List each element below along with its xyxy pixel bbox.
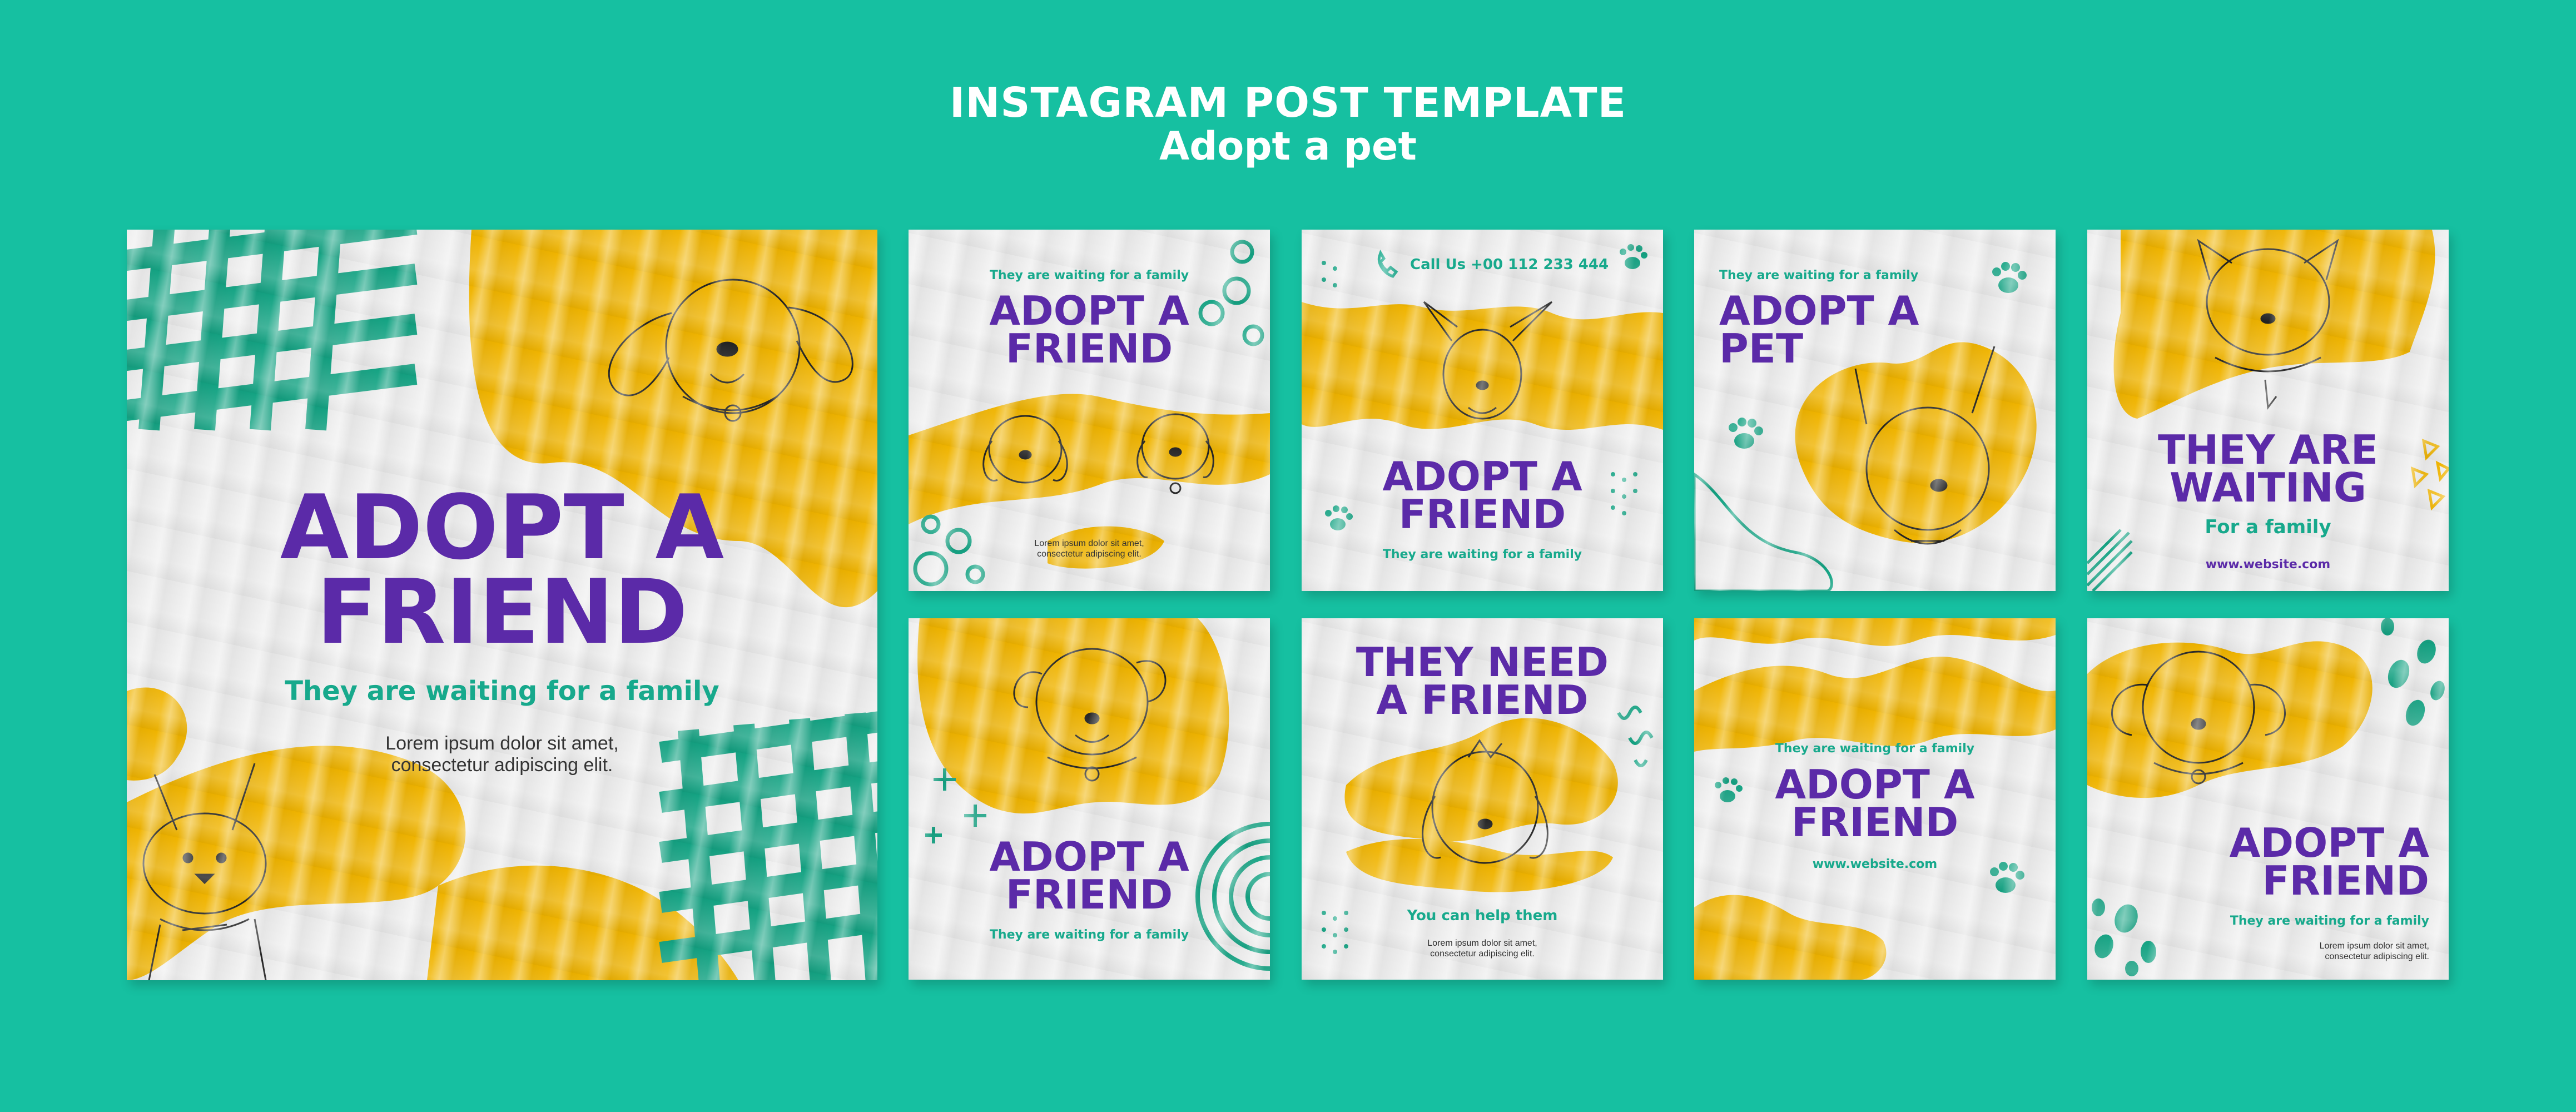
- page-title: INSTAGRAM POST TEMPLATE: [949, 79, 1627, 127]
- headline-line-1: THEY ARE: [2157, 426, 2379, 473]
- post-1: They are waiting for a family ADOPT A FR…: [909, 230, 1270, 591]
- page-subtitle: Adopt a pet: [1159, 123, 1417, 169]
- post-6: THEY NEED A FRIEND You can help them Lor…: [1302, 618, 1663, 980]
- body-line-2: consectetur adipiscing elit.: [1037, 549, 1141, 559]
- body-line-2: consectetur adipiscing elit.: [1430, 949, 1535, 959]
- tagline: They are waiting for a family: [2230, 914, 2429, 928]
- body-line-1: Lorem ipsum dolor sit amet,: [2319, 941, 2429, 951]
- headline-line-1: ADOPT A: [989, 287, 1189, 334]
- headline-line-1: THEY NEED: [1356, 639, 1609, 686]
- tagline: They are waiting for a family: [1775, 742, 1975, 756]
- headline-line-1: ADOPT A: [280, 475, 724, 579]
- grid-pattern-icon: [127, 230, 418, 431]
- post-4: THEY ARE WAITING For a family www.websit…: [2087, 230, 2449, 591]
- headline-line-1: ADOPT A: [989, 833, 1189, 880]
- headline-line-1: ADOPT A: [1382, 453, 1582, 500]
- post-5: ADOPT A FRIEND They are waiting for a fa…: [909, 618, 1270, 980]
- headline-line-2: FRIEND: [1005, 871, 1173, 919]
- headline-line-2: FRIEND: [1398, 491, 1566, 538]
- headline-line-2: FRIEND: [2262, 857, 2429, 905]
- headline-line-2: WAITING: [2170, 464, 2366, 512]
- headline-line-2: PET: [1719, 325, 1804, 373]
- post-large: ADOPT A FRIEND They are waiting for a fa…: [127, 230, 877, 980]
- headline-line-2: FRIEND: [316, 560, 688, 664]
- tagline: They are waiting for a family: [989, 269, 1189, 282]
- website-link[interactable]: www.website.com: [1694, 857, 2056, 871]
- tagline: For a family: [2205, 516, 2331, 538]
- body-line-1: Lorem ipsum dolor sit amet,: [1034, 539, 1144, 548]
- post-1-artwork: [909, 240, 1270, 587]
- headline-line-2: A FRIEND: [1376, 677, 1589, 724]
- headline-line-1: ADOPT A: [1775, 761, 1975, 808]
- tagline: They are waiting for a family: [989, 928, 1189, 942]
- tagline: They are waiting for a family: [1719, 269, 1919, 282]
- headline-line-1: ADOPT A: [1719, 287, 1919, 334]
- tagline: They are waiting for a family: [1382, 548, 1582, 562]
- website-link[interactable]: www.website.com: [2087, 558, 2449, 572]
- headline-line-1: ADOPT A: [2229, 820, 2429, 866]
- post-3: They are waiting for a family ADOPT A PE…: [1694, 230, 2056, 591]
- post-8: ADOPT A FRIEND They are waiting for a fa…: [2087, 618, 2449, 980]
- post-2: Call Us +00 112 233 444 ADOPT A FRIEND T…: [1302, 230, 1663, 591]
- body-line-1: Lorem ipsum dolor sit amet,: [1427, 939, 1537, 948]
- phone-icon: [1377, 250, 1398, 278]
- body-line-1: Lorem ipsum dolor sit amet,: [385, 733, 619, 754]
- headline-line-2: FRIEND: [1005, 325, 1173, 373]
- post-7: They are waiting for a family ADOPT A FR…: [1694, 618, 2056, 980]
- tagline: They are waiting for a family: [285, 676, 719, 707]
- headline-line-2: FRIEND: [1791, 799, 1959, 846]
- tagline: You can help them: [1407, 907, 1558, 924]
- post-5-artwork: [917, 618, 1270, 971]
- body-line-2: consectetur adipiscing elit.: [2325, 952, 2429, 962]
- phone-number[interactable]: Call Us +00 112 233 444: [1410, 256, 1609, 273]
- body-line-2: consectetur adipiscing elit.: [391, 754, 613, 776]
- post-3-artwork: [1694, 262, 2037, 591]
